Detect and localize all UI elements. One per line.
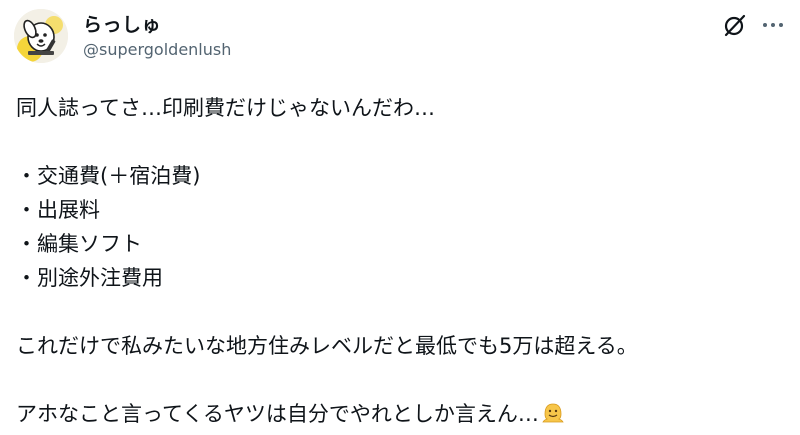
display-name[interactable]: らっしゅ	[83, 10, 161, 37]
melting-face-emoji-icon	[541, 401, 565, 425]
more-icon[interactable]	[760, 12, 786, 38]
tweet-line: 同人誌ってさ…印刷費だけじゃないんだわ…	[16, 96, 435, 120]
bullet-item: ・交通費(＋宿泊費)	[16, 164, 201, 188]
bullet-item: ・出展料	[16, 198, 100, 222]
bullet-item: ・編集ソフト	[16, 232, 142, 256]
tweet-line-with-emoji: アホなこと言ってくるヤツは自分でやれとしか言えん…	[16, 397, 786, 431]
tweet-line: アホなこと言ってくるヤツは自分でやれとしか言えん…	[16, 402, 539, 426]
dog-avatar-icon	[14, 9, 68, 63]
bullet-item: ・別途外注費用	[16, 266, 163, 290]
user-handle[interactable]: @supergoldenlush	[83, 40, 231, 59]
grok-icon[interactable]	[722, 12, 748, 38]
tweet-card: らっしゅ @supergoldenlush 同人誌ってさ…印刷費だけじゃないんだ…	[0, 0, 800, 431]
avatar[interactable]	[14, 9, 68, 63]
tweet-line: これだけで私みたいな地方住みレベルだと最低でも5万は超える。	[16, 334, 638, 358]
tweet-text: 同人誌ってさ…印刷費だけじゃないんだわ… ・交通費(＋宿泊費) ・出展料 ・編集…	[16, 91, 786, 431]
